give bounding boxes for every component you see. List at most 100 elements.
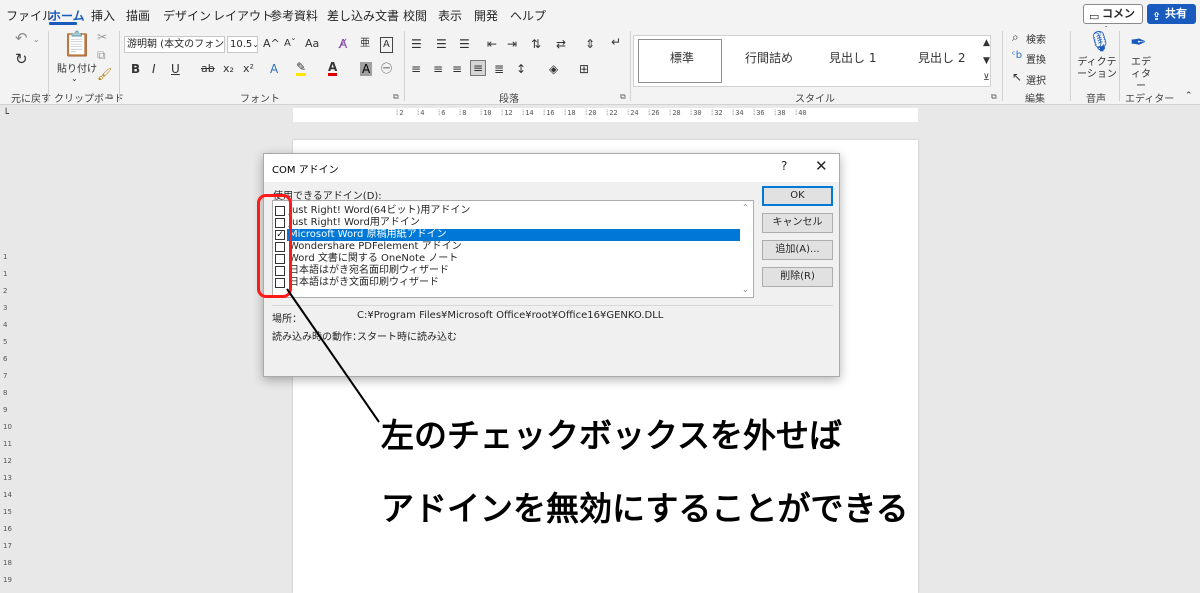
vertical-ruler[interactable]: 11234567891011121314151617181920 bbox=[0, 125, 14, 593]
style-normal[interactable]: 標準 bbox=[670, 49, 694, 66]
styles-launcher-icon[interactable]: ⧉ bbox=[991, 92, 997, 102]
comment-button[interactable]: ▭ コメント bbox=[1083, 4, 1143, 38]
strikethrough-button[interactable]: ab bbox=[201, 62, 215, 76]
clipboard-launcher-icon[interactable]: ⧉ bbox=[107, 92, 113, 102]
shrink-font-icon[interactable]: Aˇ bbox=[284, 37, 296, 51]
replace-label[interactable]: 置換 bbox=[1026, 51, 1046, 66]
addin-row[interactable]: Word 文書に関する OneNote ノート bbox=[274, 253, 748, 265]
line-spacing-icon[interactable]: ↕ bbox=[516, 62, 526, 76]
clear-formatting-icon[interactable]: A̸ bbox=[339, 37, 347, 51]
increase-indent-icon[interactable]: ⇥ bbox=[507, 37, 517, 51]
shading-icon[interactable]: ◈ bbox=[549, 62, 558, 76]
italic-button[interactable]: I bbox=[152, 62, 156, 76]
addin-name: Just Right! Word(64ビット)用アドイン bbox=[289, 205, 471, 216]
justify-icon[interactable]: ≡ bbox=[470, 60, 487, 76]
microphone-icon[interactable]: 🎙 bbox=[1087, 29, 1112, 53]
styles-scroll-up-icon[interactable]: ▲ bbox=[983, 36, 990, 50]
addin-name: 日本語はがき文面印刷ウィザード bbox=[289, 277, 439, 288]
change-case-icon[interactable]: Aa bbox=[305, 37, 319, 51]
superscript-button[interactable]: x² bbox=[243, 62, 254, 76]
redo-icon[interactable]: ↻ bbox=[15, 52, 28, 67]
style-no-spacing[interactable]: 行間詰め bbox=[745, 49, 793, 66]
character-shading-icon[interactable]: A bbox=[360, 62, 373, 76]
tab-mailings[interactable]: 差し込み文書 bbox=[327, 7, 399, 24]
search-icon[interactable]: ⌕ bbox=[1012, 30, 1019, 44]
phonetic-guide-icon[interactable]: 亜 bbox=[360, 37, 370, 51]
styles-scroll-down-icon[interactable]: ▼ bbox=[983, 54, 990, 68]
undo-dropdown-icon[interactable]: ⌄ bbox=[33, 33, 40, 47]
tab-view[interactable]: 表示 bbox=[438, 7, 462, 24]
dictate-label[interactable]: ディクテーション bbox=[1077, 57, 1117, 81]
addins-listbox[interactable]: ⌃ ⌄ Just Right! Word(64ビット)用アドイン Just Rig… bbox=[272, 200, 754, 298]
tab-help[interactable]: ヘルプ bbox=[510, 7, 546, 24]
editor-label[interactable]: エディター bbox=[1127, 57, 1155, 93]
horizontal-ruler[interactable]: ⁞2 ⁞4 ⁞6 ⁞8 ⁞10 ⁞12 ⁞14 ⁞16 ⁞18 ⁞20 ⁞22 ⁞24 ⁞26 ⁞28 ⁞3… bbox=[293, 108, 918, 122]
font-color-icon[interactable]: A bbox=[328, 61, 338, 76]
show-formatting-icon[interactable]: ↵ bbox=[611, 35, 621, 49]
grow-font-icon[interactable]: A^ bbox=[263, 37, 280, 51]
bold-button[interactable]: B bbox=[131, 62, 140, 76]
align-right-icon[interactable]: ≡ bbox=[452, 62, 462, 76]
editor-icon[interactable]: ✒ bbox=[1130, 30, 1147, 54]
ok-button[interactable]: OK bbox=[762, 186, 833, 206]
addin-row[interactable]: 日本語はがき文面印刷ウィザード bbox=[274, 277, 748, 289]
tab-references[interactable]: 参考資料 bbox=[270, 7, 318, 24]
multilevel-list-icon[interactable]: ☰ bbox=[459, 37, 470, 51]
tab-layout[interactable]: レイアウト bbox=[213, 7, 273, 24]
addin-row[interactable]: Wondershare PDFelement アドイン bbox=[274, 241, 748, 253]
remove-button[interactable]: 削除(R) bbox=[762, 267, 833, 287]
undo-icon[interactable]: ↶ bbox=[15, 31, 28, 46]
borders-icon[interactable]: ⊞ bbox=[579, 62, 589, 76]
numbering-icon[interactable]: ☰ bbox=[436, 37, 447, 51]
paragraph-launcher-icon[interactable]: ⧉ bbox=[620, 92, 626, 102]
collapse-ribbon-icon[interactable]: ⌃ bbox=[1185, 89, 1193, 103]
tab-insert[interactable]: 挿入 bbox=[91, 7, 115, 24]
select-label[interactable]: 選択 bbox=[1026, 72, 1046, 87]
decrease-indent-icon[interactable]: ⇤ bbox=[487, 37, 497, 51]
tab-design[interactable]: デザイン bbox=[163, 7, 211, 24]
bullets-icon[interactable]: ☰ bbox=[411, 37, 422, 51]
align-center-icon[interactable]: ≡ bbox=[433, 62, 443, 76]
sort-icon[interactable]: ⇅ bbox=[531, 37, 541, 51]
share-button[interactable]: ⇪ 共有 bbox=[1147, 4, 1196, 24]
font-size-combo[interactable]: 10.5⌄ bbox=[227, 36, 258, 53]
close-icon[interactable]: ✕ bbox=[815, 157, 828, 175]
addin-row[interactable]: ✓ Microsoft Word 原稿用紙アドイン bbox=[274, 229, 748, 241]
cancel-button[interactable]: キャンセル bbox=[762, 213, 833, 233]
font-launcher-icon[interactable]: ⧉ bbox=[393, 92, 399, 102]
enclose-characters-icon[interactable]: ㊀ bbox=[381, 62, 392, 76]
style-heading-2[interactable]: 見出し 2 bbox=[918, 49, 965, 66]
vertical-scrollbar[interactable] bbox=[1186, 105, 1200, 593]
select-icon[interactable]: ↖ bbox=[1012, 70, 1022, 84]
tab-draw[interactable]: 描画 bbox=[126, 7, 150, 24]
addin-row[interactable]: Just Right! Word(64ビット)用アドイン bbox=[274, 205, 748, 217]
underline-button[interactable]: U bbox=[171, 62, 180, 76]
addin-row[interactable]: 日本語はがき宛名面印刷ウィザード bbox=[274, 265, 748, 277]
help-button[interactable]: ? bbox=[781, 159, 787, 173]
highlight-icon[interactable]: ✎ bbox=[296, 61, 307, 76]
replace-icon[interactable]: ᶜb bbox=[1012, 49, 1022, 63]
distribute-icon[interactable]: ≣ bbox=[494, 62, 504, 76]
tab-file[interactable]: ファイル bbox=[6, 7, 54, 24]
styles-more-icon[interactable]: ⊻ bbox=[983, 71, 990, 85]
subscript-button[interactable]: x₂ bbox=[223, 62, 234, 76]
add-button[interactable]: 追加(A)... bbox=[762, 240, 833, 260]
format-painter-icon[interactable]: 🖌 bbox=[97, 67, 112, 81]
copy-icon[interactable]: ⧉ bbox=[97, 48, 106, 62]
line-spacing-options-icon[interactable]: ⇕ bbox=[585, 37, 595, 51]
style-heading-1[interactable]: 見出し 1 bbox=[829, 49, 876, 66]
align-left-icon[interactable]: ≡ bbox=[411, 62, 421, 76]
tab-developer[interactable]: 開発 bbox=[474, 7, 498, 24]
line-ends-icon[interactable]: ⇄ bbox=[556, 37, 566, 51]
find-label[interactable]: 検索 bbox=[1026, 31, 1046, 46]
tab-selector-icon[interactable]: └ bbox=[3, 108, 9, 122]
paste-icon[interactable]: 📋 bbox=[62, 31, 92, 57]
cut-icon[interactable]: ✂ bbox=[97, 30, 107, 44]
text-effects-icon[interactable]: A bbox=[270, 62, 278, 76]
tab-review[interactable]: 校閲 bbox=[403, 7, 427, 24]
addin-row[interactable]: Just Right! Word用アドイン bbox=[274, 217, 748, 229]
paste-dropdown-icon[interactable]: ⌄ bbox=[71, 72, 78, 86]
font-name-combo[interactable]: 游明朝 (本文のフォント bbox=[124, 36, 225, 53]
character-border-icon[interactable]: A bbox=[380, 37, 393, 53]
com-addins-dialog: COM アドイン ? ✕ 使用できるアドイン(D): ⌃ ⌄ Just Righ… bbox=[263, 153, 840, 377]
